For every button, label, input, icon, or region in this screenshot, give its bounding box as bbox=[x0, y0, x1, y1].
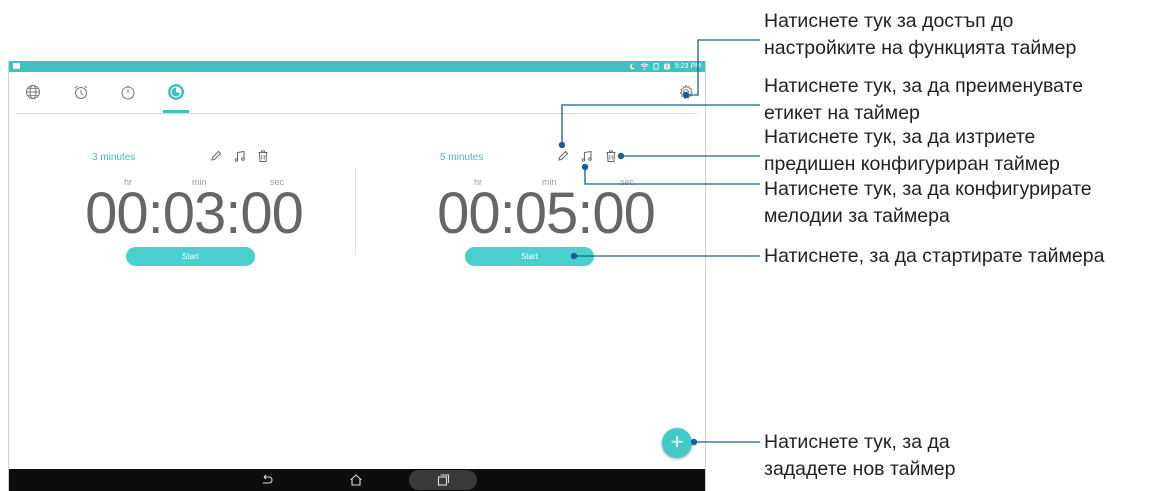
timer-digits[interactable]: 00:05:00 bbox=[401, 182, 691, 246]
trash-icon[interactable] bbox=[256, 149, 270, 163]
callout-line-2: настройките на функцията таймер bbox=[764, 37, 1077, 59]
start-button[interactable]: Start bbox=[126, 247, 255, 266]
music-note-icon[interactable] bbox=[580, 149, 594, 163]
start-button[interactable]: Start bbox=[465, 247, 594, 266]
callout-line-2: предишен конфигуриран таймер bbox=[764, 153, 1060, 175]
callout-line-1: Натиснете, за да стартирате таймера bbox=[764, 245, 1105, 267]
sim-icon bbox=[653, 63, 659, 70]
recent-apps-icon[interactable] bbox=[435, 472, 451, 488]
notification-icon bbox=[13, 63, 20, 69]
add-callout: Натиснете тук, за да зададете нов таймер bbox=[764, 429, 956, 483]
callout-line-1: Натиснете тук за достъп до bbox=[764, 10, 1014, 32]
tablet-screen: 5:23 PM 3 minutes hr min sec 00:03:00 St… bbox=[8, 61, 706, 491]
wifi-icon bbox=[640, 63, 649, 70]
alarm-clock-icon[interactable] bbox=[73, 84, 89, 100]
callout-line-2: мелодии за таймера bbox=[764, 205, 950, 227]
clock-time: 5:23 PM bbox=[674, 63, 701, 70]
timer-card-1: 3 minutes hr min sec 00:03:00 Start bbox=[64, 141, 404, 281]
battery-icon bbox=[664, 63, 670, 70]
timer-label[interactable]: 5 minutes bbox=[440, 152, 483, 163]
navigation-bar bbox=[9, 469, 705, 491]
timer-label[interactable]: 3 minutes bbox=[92, 152, 135, 163]
settings-callout: Натиснете тук за достъп до настройките н… bbox=[764, 8, 1076, 62]
callout-line-1: Натиснете тук, за да изтриете bbox=[764, 126, 1036, 148]
gear-icon[interactable] bbox=[678, 84, 694, 100]
timer-digits[interactable]: 00:03:00 bbox=[49, 182, 339, 246]
trash-icon[interactable] bbox=[604, 149, 618, 163]
app-toolbar bbox=[9, 72, 705, 116]
start-callout: Натиснете, за да стартирате таймера bbox=[764, 243, 1104, 270]
home-icon[interactable] bbox=[348, 472, 364, 488]
callout-line-1: Натиснете тук, за да конфигурирате bbox=[764, 178, 1092, 200]
status-bar: 5:23 PM bbox=[9, 61, 705, 72]
ringtone-callout: Натиснете тук, за да конфигурирате мелод… bbox=[764, 176, 1092, 230]
moon-icon bbox=[630, 63, 636, 70]
timer-icon[interactable] bbox=[167, 83, 185, 101]
timer-card-2: 5 minutes hr min sec 00:05:00 Start bbox=[412, 141, 705, 281]
stopwatch-icon[interactable] bbox=[120, 84, 136, 100]
add-timer-button[interactable]: + bbox=[662, 428, 692, 458]
pane-divider bbox=[355, 168, 356, 255]
back-icon[interactable] bbox=[259, 472, 275, 488]
delete-callout: Натиснете тук, за да изтриете предишен к… bbox=[764, 124, 1060, 178]
music-note-icon[interactable] bbox=[233, 149, 247, 163]
callout-line-2: зададете нов таймер bbox=[764, 458, 956, 480]
pencil-icon[interactable] bbox=[556, 149, 570, 163]
pencil-icon[interactable] bbox=[209, 149, 223, 163]
callout-line-1: Натиснете тук, за да bbox=[764, 431, 950, 453]
toolbar-divider bbox=[17, 113, 697, 114]
callout-line-1: Натиснете тук, за да преименувате bbox=[764, 75, 1084, 97]
globe-icon[interactable] bbox=[25, 84, 41, 100]
callout-line-2: етикет на таймер bbox=[764, 102, 920, 124]
rename-callout: Натиснете тук, за да преименувате етикет… bbox=[764, 73, 1083, 127]
